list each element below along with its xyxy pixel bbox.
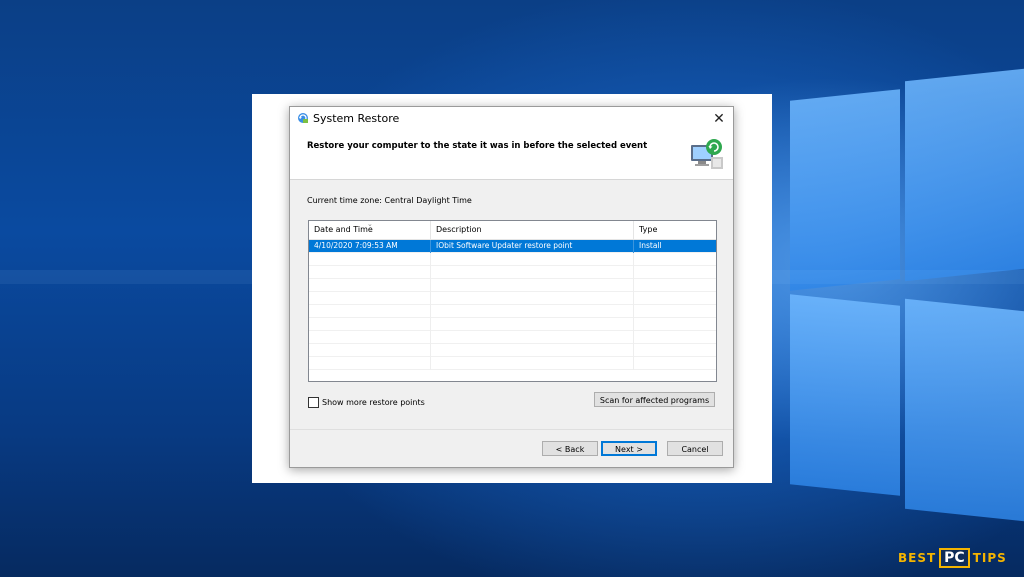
windows-logo-pane-bottom-right bbox=[905, 298, 1024, 522]
empty-row bbox=[309, 266, 716, 279]
show-more-restore-points[interactable]: Show more restore points bbox=[308, 396, 425, 408]
empty-row bbox=[309, 292, 716, 305]
empty-row bbox=[309, 279, 716, 292]
column-header-type[interactable]: Type bbox=[634, 221, 716, 239]
system-restore-icon bbox=[298, 113, 308, 123]
windows-logo-pane-top-left bbox=[790, 89, 900, 291]
empty-row bbox=[309, 253, 716, 266]
windows-logo-pane-bottom-left bbox=[790, 294, 900, 496]
bestpctips-logo: BEST PC TIPS bbox=[898, 548, 1007, 568]
show-more-checkbox[interactable] bbox=[308, 396, 319, 408]
next-button[interactable]: Next > bbox=[601, 441, 657, 456]
back-button[interactable]: < Back bbox=[542, 441, 598, 456]
windows-logo-pane-top-right bbox=[905, 68, 1024, 282]
system-restore-dialog: System Restore ✕ Restore your computer t… bbox=[289, 106, 734, 468]
column-header-date-time[interactable]: ⌄ Date and Time bbox=[309, 221, 431, 239]
dialog-header: Restore your computer to the state it wa… bbox=[290, 131, 733, 180]
cancel-button[interactable]: Cancel bbox=[667, 441, 723, 456]
empty-row bbox=[309, 318, 716, 331]
column-header-description[interactable]: Description bbox=[431, 221, 634, 239]
empty-row bbox=[309, 305, 716, 318]
empty-row bbox=[309, 331, 716, 344]
show-more-label: Show more restore points bbox=[322, 397, 425, 407]
sort-arrow-icon: ⌄ bbox=[367, 220, 373, 228]
restore-points-table[interactable]: ⌄ Date and Time Description Type 4/10/20… bbox=[308, 220, 717, 382]
restore-computer-icon bbox=[691, 139, 723, 169]
scan-affected-programs-button[interactable]: Scan for affected programs bbox=[594, 392, 715, 407]
title-bar: System Restore ✕ bbox=[290, 107, 733, 131]
footer-divider bbox=[290, 429, 733, 430]
empty-row bbox=[309, 357, 716, 370]
table-header: ⌄ Date and Time Description Type bbox=[309, 221, 716, 240]
timezone-label: Current time zone: Central Daylight Time bbox=[307, 196, 472, 205]
table-row[interactable]: 4/10/2020 7:09:53 AM IObit Software Upda… bbox=[309, 240, 716, 253]
empty-row bbox=[309, 344, 716, 357]
window-title: System Restore bbox=[313, 112, 400, 125]
close-button[interactable]: ✕ bbox=[709, 109, 729, 129]
row-type: Install bbox=[639, 241, 662, 250]
close-icon: ✕ bbox=[713, 111, 725, 127]
row-date-time: 4/10/2020 7:09:53 AM bbox=[309, 240, 431, 253]
row-description: IObit Software Updater restore point bbox=[431, 240, 634, 253]
header-text: Restore your computer to the state it wa… bbox=[307, 141, 648, 151]
